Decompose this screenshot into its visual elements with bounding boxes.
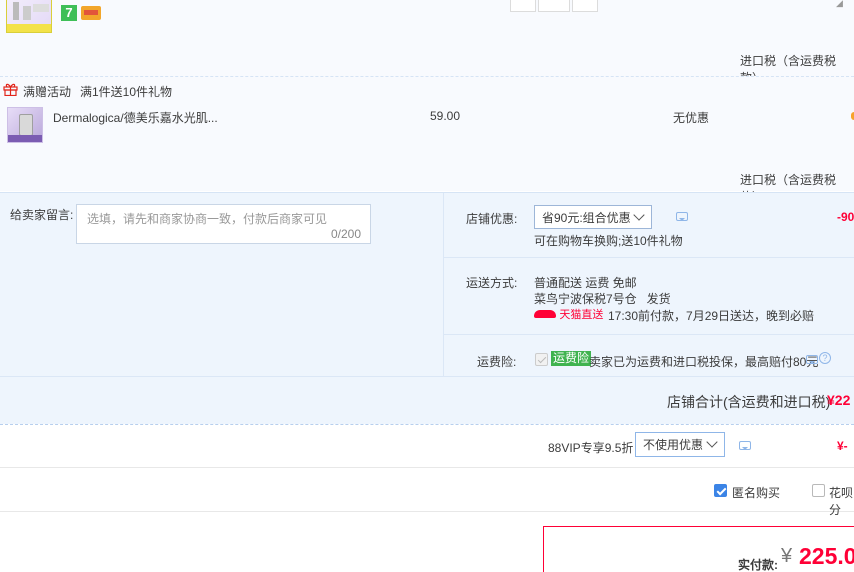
payment-label: 实付款: (738, 558, 778, 572)
message-placeholder: 选填，请先和商家协商一致，付款后商家可见 (87, 212, 328, 226)
item-1-thumbnail[interactable] (6, 0, 52, 33)
item-2-thumbnail[interactable] (7, 107, 43, 143)
promo-description: 满1件送10件礼物 (80, 85, 173, 99)
delivery-promise: 17:30前付款，7月29日送达，晚到必赔 (608, 309, 815, 323)
promo-tag: 满赠活动 (23, 85, 72, 99)
huabei-label[interactable]: 花呗分 (829, 484, 854, 518)
quantity-input[interactable] (538, 0, 570, 12)
huabei-checkbox[interactable] (812, 484, 825, 497)
item-2-price: 59.00 (430, 109, 461, 123)
vip-amount: ¥- (837, 439, 848, 453)
quantity-decrease-button[interactable] (510, 0, 536, 12)
insurance-chat-icon[interactable] (806, 355, 818, 364)
anonymous-checkbox[interactable] (714, 484, 727, 497)
anonymous-label[interactable]: 匿名购买 (732, 484, 780, 501)
item-1-more-icon: ◢ (836, 0, 843, 8)
tmall-cat-icon (534, 310, 556, 318)
tmall-direct-tag: 天猫直送 (559, 309, 604, 321)
help-icon[interactable]: ? (819, 352, 831, 364)
shop-discount-amount: -90 (837, 210, 854, 224)
insurance-tag: 运费险 (551, 351, 592, 366)
vip-row (0, 424, 854, 468)
insurance-label: 运费险: (477, 355, 517, 369)
tmall-direct-badge: 天猫直送 (534, 306, 604, 321)
chat-icon[interactable] (676, 212, 688, 221)
shipping-method: 普通配送 运费 免邮 (534, 276, 637, 290)
item-2-name[interactable]: Dermalogica/德美乐嘉水光肌... (53, 109, 218, 126)
shop-discount-label: 店铺优惠: (466, 212, 518, 226)
panel-divider-vertical (443, 193, 444, 377)
card-icon (81, 6, 101, 20)
insurance-text: 卖家已为运费和进口税投保，最高赔付80元 (589, 355, 819, 369)
payment-currency: ¥ (781, 545, 793, 567)
quantity-increase-button[interactable] (572, 0, 598, 12)
message-textarea[interactable]: 选填，请先和商家协商一致，付款后商家可见 0/200 (76, 204, 371, 244)
panel-divider-3 (0, 376, 854, 377)
shop-discount-select[interactable]: 省90元:组合优惠 (534, 205, 652, 229)
vip-chevron-down-icon (706, 436, 718, 448)
shop-total-amount: ¥22 (827, 392, 851, 408)
item-row-1 (0, 0, 854, 76)
vip-select[interactable]: 不使用优惠 (635, 432, 725, 457)
item-1-badge-number: 7 (61, 5, 77, 21)
shipping-label: 运送方式: (466, 276, 518, 290)
gift-icon (3, 82, 18, 97)
panel-divider-2 (444, 334, 854, 335)
vip-chat-icon[interactable] (739, 441, 751, 450)
shop-total-label: 店铺合计(含运费和进口税) (667, 394, 831, 410)
message-counter: 0/200 (331, 227, 362, 241)
insurance-checkbox[interactable] (535, 353, 548, 366)
vip-selected: 不使用优惠 (643, 438, 704, 452)
message-label: 给卖家留言: (10, 208, 74, 222)
payment-amount: 225.0 (799, 543, 854, 569)
vip-label: 88VIP专享9.5折 (548, 441, 634, 455)
item-2-discount: 无优惠 (673, 111, 710, 125)
shipping-warehouse: 菜鸟宁波保税7号仓 发货 (534, 292, 671, 306)
chevron-down-icon (633, 209, 645, 221)
shop-discount-selected: 省90元:组合优惠 (542, 211, 631, 225)
shop-discount-note: 可在购物车换购;送10件礼物 (534, 234, 683, 248)
panel-divider-1 (444, 257, 854, 258)
